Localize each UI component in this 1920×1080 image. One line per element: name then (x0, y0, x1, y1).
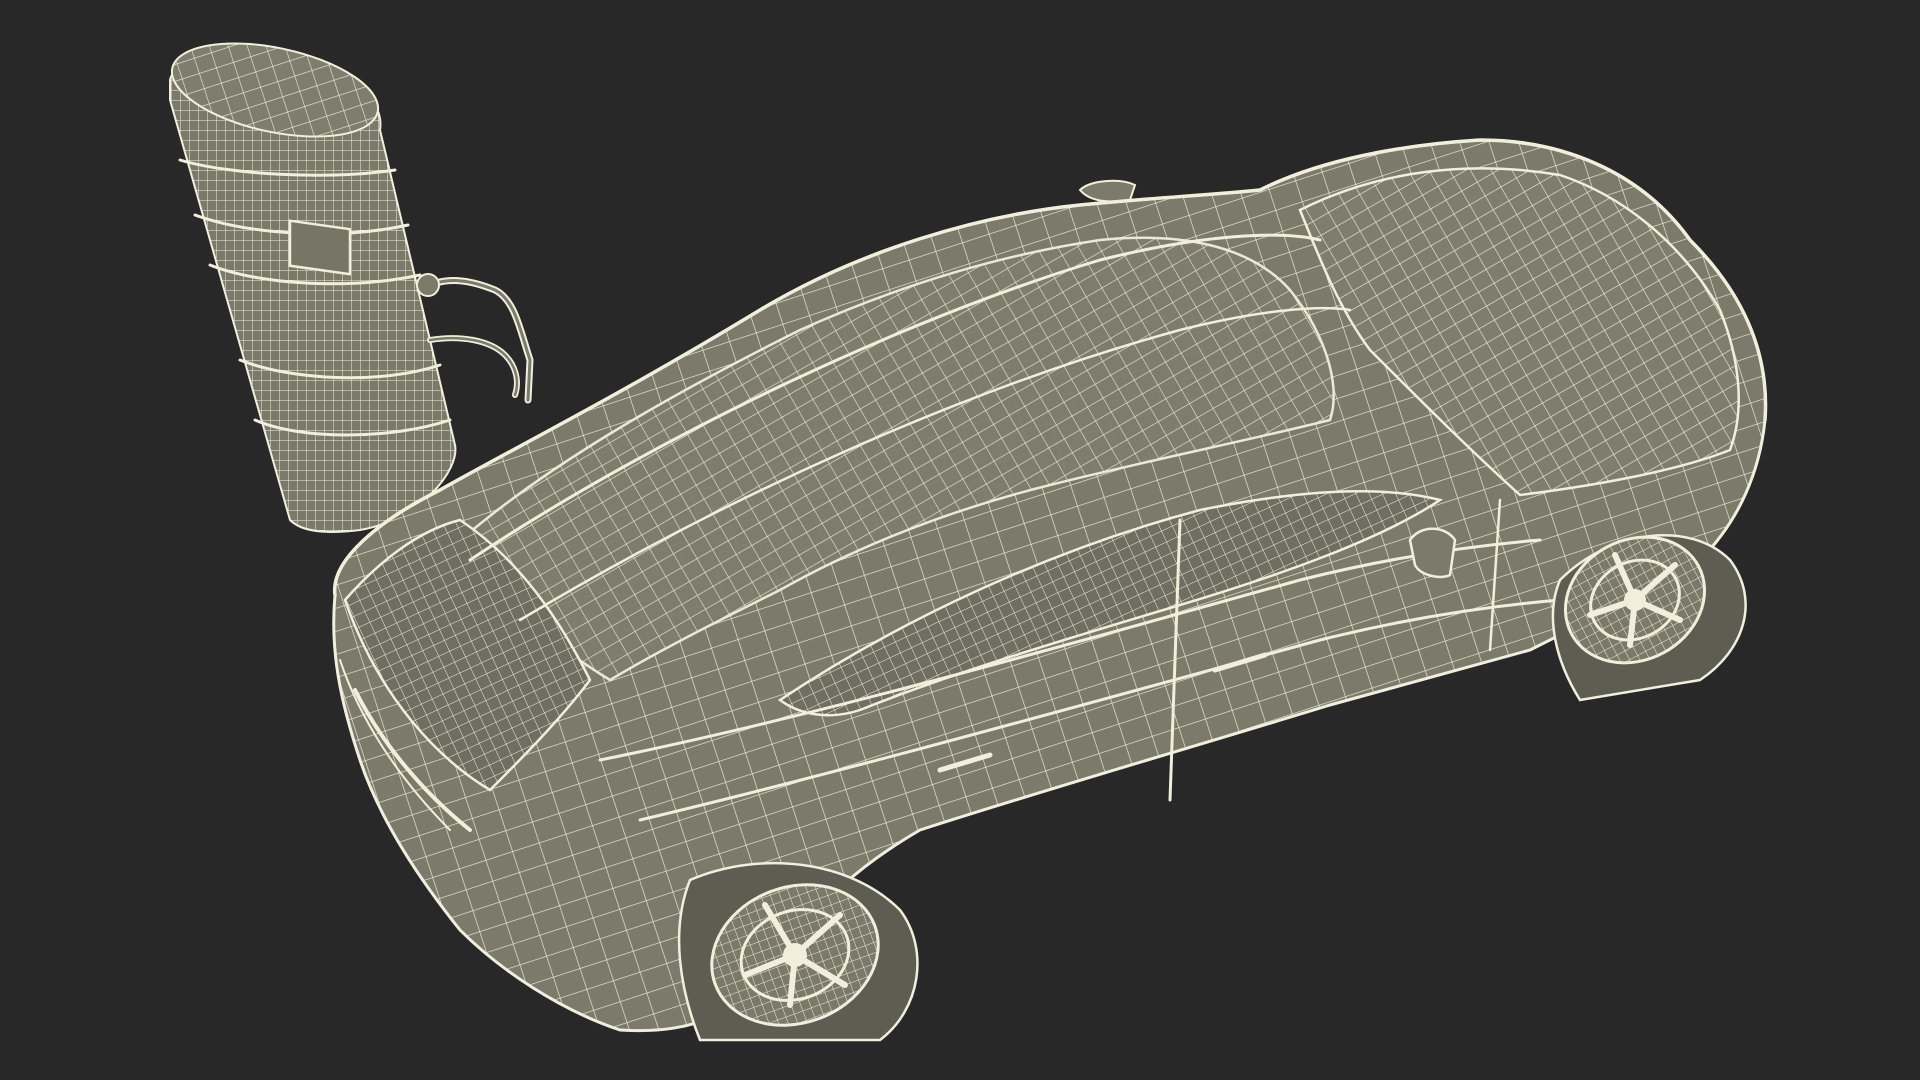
charger-plug-holder (427, 335, 520, 398)
wireframe-render (164, 27, 1768, 1048)
charging-station[interactable] (164, 27, 534, 533)
wireframe-viewport[interactable] (0, 0, 1920, 1080)
electric-car[interactable] (332, 138, 1768, 1048)
car-antenna (1078, 179, 1137, 203)
charger-screen (288, 219, 352, 276)
